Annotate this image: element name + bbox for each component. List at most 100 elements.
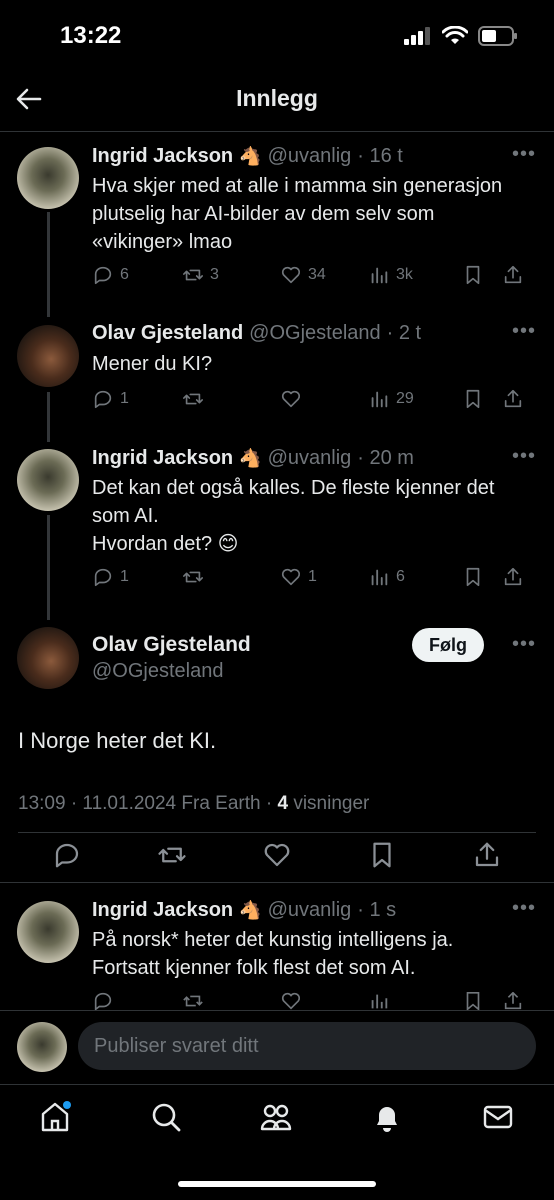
reply-icon[interactable] xyxy=(52,840,82,870)
home-indicator xyxy=(178,1181,376,1187)
tweet-header: Ingrid Jackson 🐴 @uvanlig · 20 m xyxy=(92,447,414,470)
bookmark-icon xyxy=(466,389,480,409)
display-name[interactable]: Ingrid Jackson xyxy=(92,447,233,470)
bookmark-icon xyxy=(466,567,480,587)
retweet-button[interactable] xyxy=(182,388,280,410)
views-icon xyxy=(371,569,388,586)
heart-icon xyxy=(281,266,301,284)
tweet-header: Ingrid Jackson 🐴 @uvanlig · 1 s xyxy=(92,899,396,922)
avatar[interactable] xyxy=(17,325,79,387)
views-button[interactable]: 6 xyxy=(368,566,462,588)
bookmark-button[interactable] xyxy=(462,566,502,588)
share-icon xyxy=(504,389,522,408)
tweet-meta: 13:09 · 11.01.2024 Fra Earth · 4 visning… xyxy=(18,793,370,814)
tweet-time: · 1 s xyxy=(357,899,397,921)
reply-button[interactable]: 1 xyxy=(92,566,182,588)
tweet-text: Det kan det også kalles. De fleste kjenn… xyxy=(92,477,495,555)
retweet-icon[interactable] xyxy=(157,840,187,870)
reply-button[interactable]: 1 xyxy=(92,388,182,410)
avatar[interactable] xyxy=(17,627,79,689)
user-handle[interactable]: @uvanlig xyxy=(268,447,352,470)
retweet-icon xyxy=(183,269,203,281)
avatar[interactable] xyxy=(17,147,79,209)
share-button[interactable] xyxy=(502,388,528,410)
reply-input[interactable]: Publiser svaret ditt xyxy=(78,1022,536,1070)
retweet-button[interactable]: 3 xyxy=(182,264,280,286)
share-icon xyxy=(504,992,522,1010)
more-options-icon[interactable]: ••• xyxy=(512,320,536,343)
tweet-time: · 16 t xyxy=(357,145,403,167)
like-button[interactable]: 1 xyxy=(280,566,368,588)
thread-line xyxy=(47,392,50,442)
tweet-text: Mener du KI? xyxy=(92,353,213,375)
bookmark-button[interactable] xyxy=(462,264,502,286)
battery-icon xyxy=(478,26,517,46)
horse-badge-icon: 🐴 xyxy=(239,900,262,920)
views-button[interactable]: 29 xyxy=(368,388,462,410)
share-icon xyxy=(504,265,522,284)
signal-icon xyxy=(404,27,430,45)
heart-icon xyxy=(281,568,301,586)
more-options-icon[interactable]: ••• xyxy=(512,897,536,920)
horse-badge-icon: 🐴 xyxy=(239,448,262,468)
wifi-icon xyxy=(442,26,468,44)
user-handle[interactable]: @uvanlig xyxy=(268,899,352,922)
display-name[interactable]: Ingrid Jackson xyxy=(92,899,233,922)
share-button[interactable] xyxy=(502,992,528,1010)
page-title: Innlegg xyxy=(236,85,318,111)
user-handle[interactable]: @uvanlig xyxy=(268,145,352,168)
avatar[interactable] xyxy=(17,449,79,511)
more-options-icon[interactable]: ••• xyxy=(512,143,536,166)
reply-icon xyxy=(94,992,112,1010)
retweet-button[interactable] xyxy=(182,992,280,1010)
bookmark-button[interactable] xyxy=(462,388,502,410)
communities-icon[interactable] xyxy=(259,1100,293,1134)
user-handle[interactable]: @OGjesteland xyxy=(249,322,380,345)
heart-icon[interactable] xyxy=(262,840,292,870)
messages-icon[interactable] xyxy=(481,1100,515,1134)
more-options-icon[interactable]: ••• xyxy=(512,445,536,468)
retweet-icon xyxy=(183,571,203,583)
retweet-button[interactable] xyxy=(182,566,280,588)
tweet-header: Olav Gjesteland @OGjesteland · 2 t xyxy=(92,322,421,345)
divider xyxy=(18,832,536,833)
views-icon xyxy=(371,391,388,408)
reply-button[interactable]: 6 xyxy=(92,264,182,286)
like-button[interactable] xyxy=(280,388,368,410)
display-name[interactable]: Olav Gjesteland xyxy=(92,322,243,345)
views-button[interactable] xyxy=(368,992,462,1010)
display-name[interactable]: Olav Gjesteland xyxy=(92,633,251,657)
horse-badge-icon: 🐴 xyxy=(239,146,262,166)
avatar xyxy=(17,1022,67,1072)
share-button[interactable] xyxy=(502,566,528,588)
home-icon[interactable] xyxy=(38,1100,72,1134)
header-divider xyxy=(0,131,554,132)
notifications-icon[interactable] xyxy=(370,1100,404,1134)
tweet-text: Hva skjer med at alle i mamma sin genera… xyxy=(92,175,503,253)
thread-line xyxy=(47,212,50,317)
tweet-actions: 1 1 6 xyxy=(92,566,538,588)
like-button[interactable] xyxy=(280,992,368,1010)
more-options-icon[interactable]: ••• xyxy=(512,633,536,656)
divider xyxy=(0,882,554,883)
follow-button[interactable]: Følg xyxy=(412,628,484,662)
tweet-actions: 1 29 xyxy=(92,388,538,410)
heart-icon xyxy=(281,390,301,408)
heart-icon xyxy=(281,992,301,1010)
bookmark-icon[interactable] xyxy=(367,840,397,870)
share-button[interactable] xyxy=(502,264,528,286)
views-icon xyxy=(371,994,388,1009)
avatar[interactable] xyxy=(17,901,79,963)
share-icon[interactable] xyxy=(472,840,502,870)
like-button[interactable]: 34 xyxy=(280,264,368,286)
search-icon[interactable] xyxy=(149,1100,183,1134)
status-time: 13:22 xyxy=(60,22,122,49)
main-tweet-actions xyxy=(52,840,502,870)
reply-button[interactable] xyxy=(92,992,182,1010)
bookmark-button[interactable] xyxy=(462,992,502,1010)
user-handle[interactable]: @OGjesteland xyxy=(92,660,223,683)
bookmark-icon xyxy=(466,992,480,1010)
display-name[interactable]: Ingrid Jackson xyxy=(92,145,233,168)
tweet-actions xyxy=(92,992,538,1010)
views-button[interactable]: 3k xyxy=(368,264,462,286)
